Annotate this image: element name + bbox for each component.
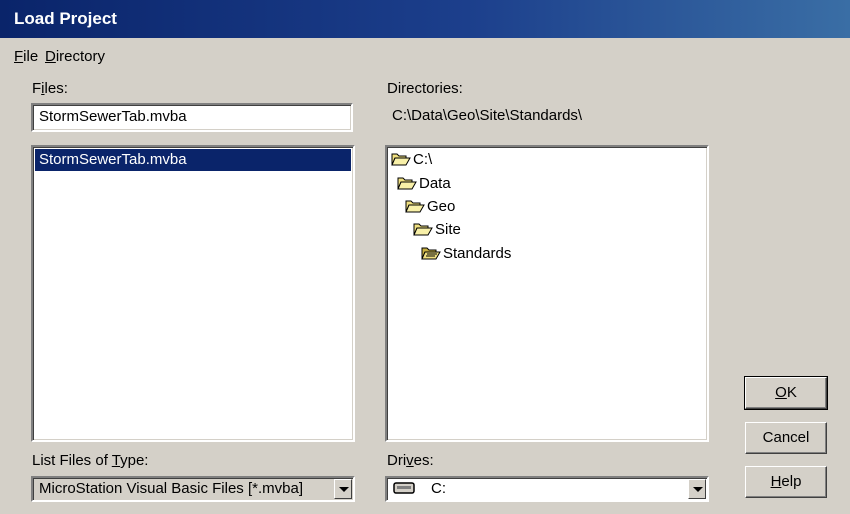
current-path: C:\Data\Geo\Site\Standards\ [392,107,583,124]
open-folder-icon [413,223,433,236]
window-title: Load Project [14,9,117,28]
drives-dropdown[interactable]: C: [385,476,709,502]
drive-value: C: [393,479,446,499]
menu-directory[interactable]: Directory [45,48,105,65]
title-bar: Load Project [0,0,850,38]
directories-label: Directories: [387,80,463,97]
chevron-down-icon[interactable] [688,479,706,499]
file-list[interactable]: StormSewerTab.mvba [31,145,355,442]
file-type-label: List Files of Type: [32,452,149,469]
filename-value: StormSewerTab.mvba [39,108,187,125]
files-label: Files: [32,80,68,97]
dir-item-data[interactable]: Data [397,173,451,195]
cancel-button[interactable]: Cancel [745,422,827,454]
ok-button[interactable]: OK [744,376,828,410]
file-type-dropdown[interactable]: MicroStation Visual Basic Files [*.mvba] [31,476,355,502]
dir-item-geo[interactable]: Geo [405,196,455,218]
open-folder-icon [405,200,425,213]
dir-item-standards[interactable]: Standards [421,243,511,265]
list-item[interactable]: StormSewerTab.mvba [35,149,351,171]
menu-file[interactable]: File [14,48,38,65]
directory-list[interactable]: C:\ Data Geo Site Standards [385,145,709,442]
dir-item-c[interactable]: C:\ [391,149,432,171]
file-type-value: MicroStation Visual Basic Files [*.mvba] [39,480,303,497]
open-folder-icon [397,177,417,190]
current-folder-icon [421,247,441,260]
drives-label: Drives: [387,452,434,469]
filename-input[interactable]: StormSewerTab.mvba [31,103,353,132]
open-folder-icon [391,153,411,166]
drive-icon [393,482,415,494]
help-button[interactable]: Help [745,466,827,498]
chevron-down-icon[interactable] [334,479,352,499]
dir-item-site[interactable]: Site [413,219,461,241]
